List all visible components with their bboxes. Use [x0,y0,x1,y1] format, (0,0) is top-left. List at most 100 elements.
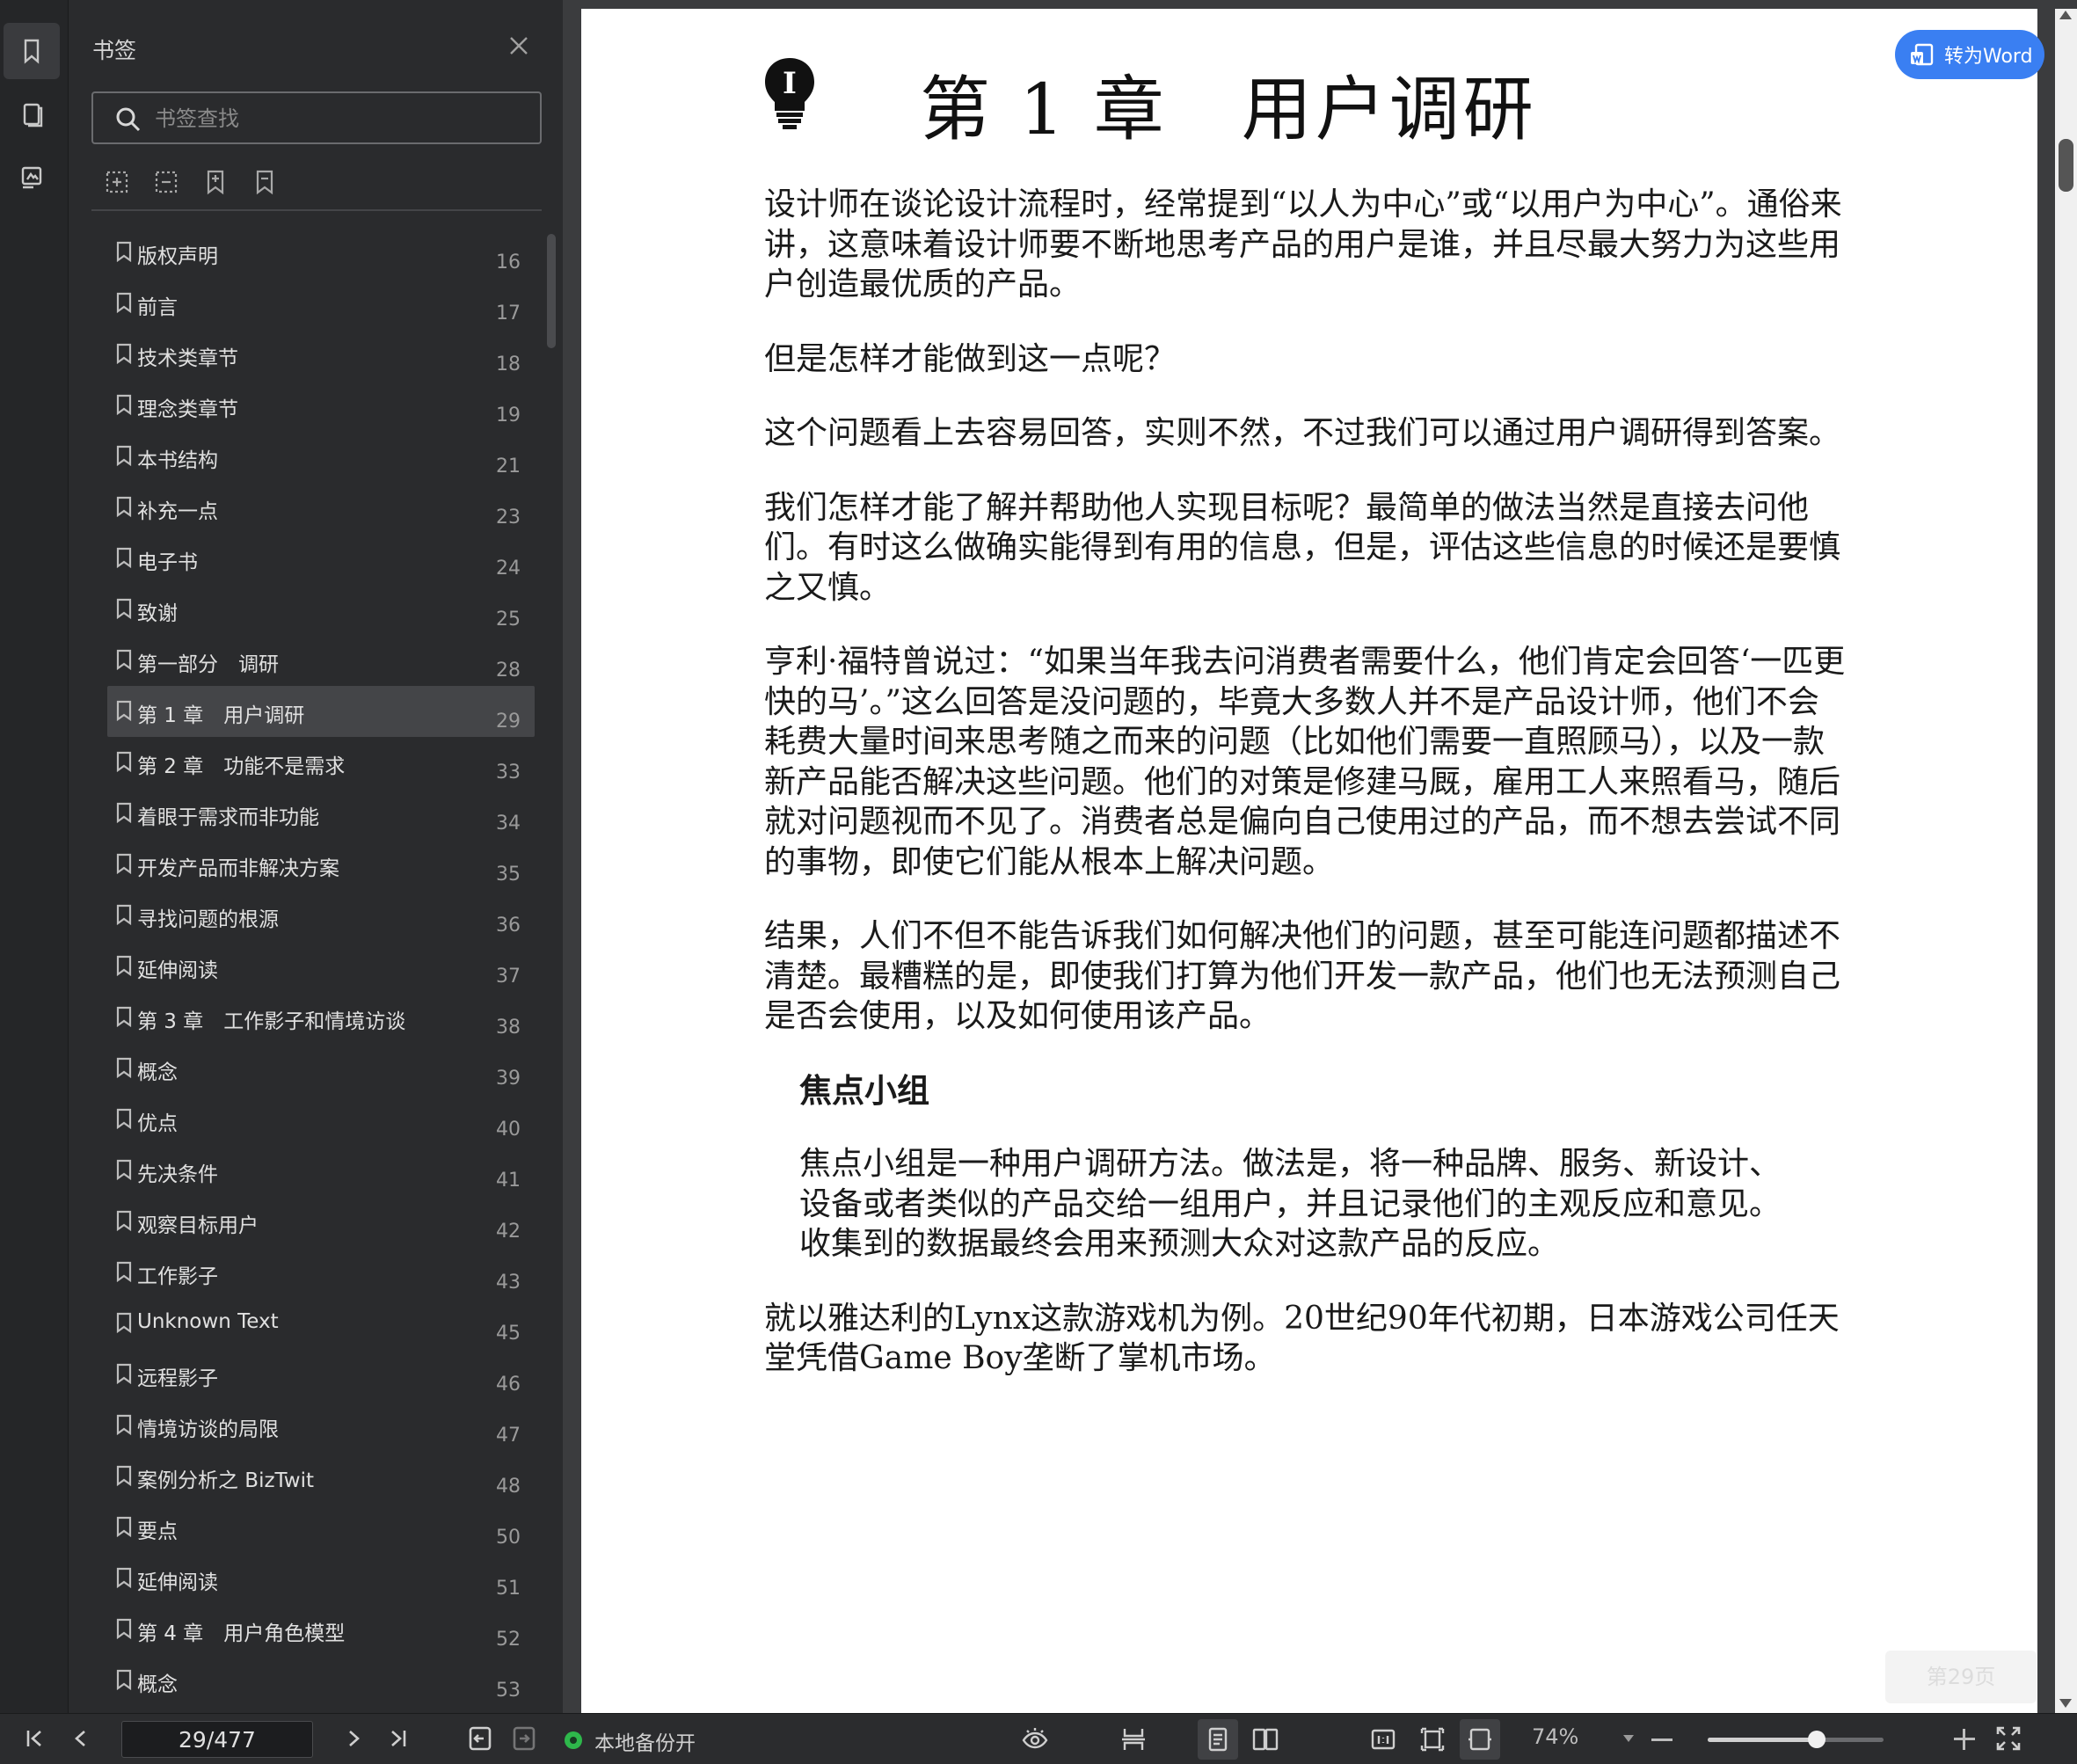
paragraph: 但是怎样才能做到这一点呢？ [764,340,1177,377]
scroll-up-arrow-icon[interactable] [2059,11,2072,19]
zoom-slider[interactable] [1708,1731,1884,1748]
bookmark-item[interactable]: 第 1 章 用户调研 29 [107,686,535,737]
bookmark-item[interactable]: 优点 40 [107,1094,535,1145]
bookmark-page-number: 42 [496,1221,521,1243]
go-forward-button[interactable] [510,1724,540,1754]
bookmark-item[interactable]: 情境访谈的局限 47 [107,1400,535,1451]
document-scrollbar[interactable] [2055,9,2077,1713]
bookmark-item[interactable]: 补充一点 23 [107,482,535,533]
bookmark-search-box [91,91,542,144]
last-page-icon [391,1731,406,1746]
bookmark-item[interactable]: 着眼于需求而非功能 34 [107,788,535,839]
bookmark-item[interactable]: 第 3 章 工作影子和情境访谈 38 [107,992,535,1043]
bookmark-page-number: 33 [496,762,521,784]
page-number-input[interactable] [121,1721,313,1758]
bookmark-icon [116,1669,132,1691]
scroll-down-arrow-icon[interactable] [2059,1699,2072,1708]
add-bookmark-button[interactable] [202,169,232,199]
bookmark-label: 补充一点 [137,500,218,523]
bookmark-search-input[interactable] [155,102,524,135]
bookmark-item[interactable]: 寻找问题的根源 36 [107,890,535,941]
actual-size-button[interactable] [1363,1719,1403,1760]
bookmark-icon [116,1567,132,1589]
bookmarks-tab-button[interactable] [4,23,60,79]
fit-page-icon [1420,1727,1445,1752]
bookmark-item[interactable]: 第 2 章 功能不是需求 33 [107,737,535,788]
bookmark-label: 工作影子 [137,1265,218,1288]
bookmark-item[interactable]: 技术类章节 18 [107,329,535,380]
bookmark-item[interactable]: 延伸阅读 37 [107,941,535,992]
fullscreen-button[interactable] [1994,1724,2024,1754]
convert-to-word-button[interactable]: 转为Word [1895,30,2044,79]
bookmark-item[interactable]: 本书结构 21 [107,431,535,482]
close-panel-button[interactable] [506,33,535,62]
bookmark-icon [116,853,132,875]
bookmark-item[interactable]: 要点 50 [107,1502,535,1553]
bookmark-item[interactable]: 远程影子 46 [107,1349,535,1400]
fit-page-button[interactable] [1412,1719,1453,1760]
zoom-level[interactable]: 74% [1532,1724,1578,1749]
svg-text:I: I [783,66,797,101]
bookmark-item[interactable]: 第一部分 调研 28 [107,635,535,686]
fit-width-button[interactable] [1460,1719,1500,1760]
bookmark-page-number: 16 [496,251,521,273]
bookmark-page-number: 47 [496,1425,521,1447]
collapse-all-button[interactable] [153,169,183,199]
bookmark-panel: 书签 版权声明 16 前言 17 技术类章节 18 理念类章节 19 本书结构 21 补充一点 23 电… [69,0,563,1713]
panel-scrollbar[interactable] [547,234,556,348]
go-back-button[interactable] [466,1724,496,1754]
bookmark-item[interactable]: 开发产品而非解决方案 35 [107,839,535,890]
previous-page-button[interactable] [67,1724,97,1754]
eye-care-mode-button[interactable] [1015,1719,1055,1760]
bookmark-page-number: 19 [496,405,521,426]
zoom-in-button[interactable] [1954,1729,1975,1750]
annotations-tab-button[interactable] [4,149,60,206]
bookmark-label: 第 2 章 功能不是需求 [137,755,346,778]
bookmark-item[interactable]: 第 4 章 用户角色模型 52 [107,1604,535,1655]
bookmark-page-number: 52 [496,1629,521,1651]
scrollbar-thumb[interactable] [2059,139,2073,192]
two-page-button[interactable] [1245,1719,1286,1760]
chevron-left-icon [75,1731,85,1746]
bookmark-label: 延伸阅读 [137,959,218,982]
bookmark-label: 远程影子 [137,1367,218,1390]
zoom-out-button[interactable] [1651,1738,1673,1741]
bookmark-item[interactable]: 致谢 25 [107,584,535,635]
remove-bookmark-button[interactable] [251,169,281,199]
bookmark-icon [116,1312,132,1334]
bookmark-item[interactable]: 版权声明 16 [107,227,535,278]
paragraph: 就以雅达利的Lynx这款游戏机为例。20世纪90年代初期，日本游戏公司任天堂凭借… [764,1300,1840,1377]
bookmark-icon [116,1414,132,1436]
bookmark-item[interactable]: 前言 17 [107,278,535,329]
panel-divider [91,209,542,211]
document-body: 设计师在谈论设计流程时，经常提到“以人为中心”或“以用户为中心”。通俗来讲，这意… [764,185,1846,1413]
actual-size-icon [1371,1729,1396,1750]
bookmark-item[interactable]: 案例分析之 BizTwit 48 [107,1451,535,1502]
bookmark-item[interactable]: 先决条件 41 [107,1145,535,1196]
next-page-button[interactable] [339,1724,369,1754]
thumbnails-tab-button[interactable] [4,86,60,142]
bookmark-item[interactable]: 电子书 24 [107,533,535,584]
first-page-button[interactable] [21,1724,51,1754]
bookmark-page-number: 46 [496,1374,521,1396]
zoom-dropdown-icon[interactable] [1623,1735,1634,1742]
bookmark-item[interactable]: 理念类章节 19 [107,380,535,431]
bookmark-item[interactable]: 延伸阅读 51 [107,1553,535,1604]
zoom-slider-handle[interactable] [1808,1731,1826,1748]
bookmark-label: 第 4 章 用户角色模型 [137,1622,346,1645]
bookmark-item[interactable]: 概念 53 [107,1655,535,1706]
single-page-button[interactable] [1198,1719,1238,1760]
expand-all-button[interactable] [104,169,134,199]
panel-title: 书签 [92,38,137,63]
bookmark-label: 观察目标用户 [137,1214,259,1237]
bookmark-icon [116,292,132,314]
bookmark-item[interactable]: Unknown Text 45 [107,1298,535,1349]
last-page-button[interactable] [383,1724,413,1754]
continuous-scroll-button[interactable] [1113,1719,1154,1760]
bookmark-page-number: 39 [496,1068,521,1090]
bookmark-item[interactable]: 工作影子 43 [107,1247,535,1298]
bookmark-item[interactable]: 概念 39 [107,1043,535,1094]
bookmark-item[interactable]: 观察目标用户 42 [107,1196,535,1247]
backup-status-label[interactable]: 本地备份开 [594,1726,696,1756]
bookmark-icon [116,751,132,773]
